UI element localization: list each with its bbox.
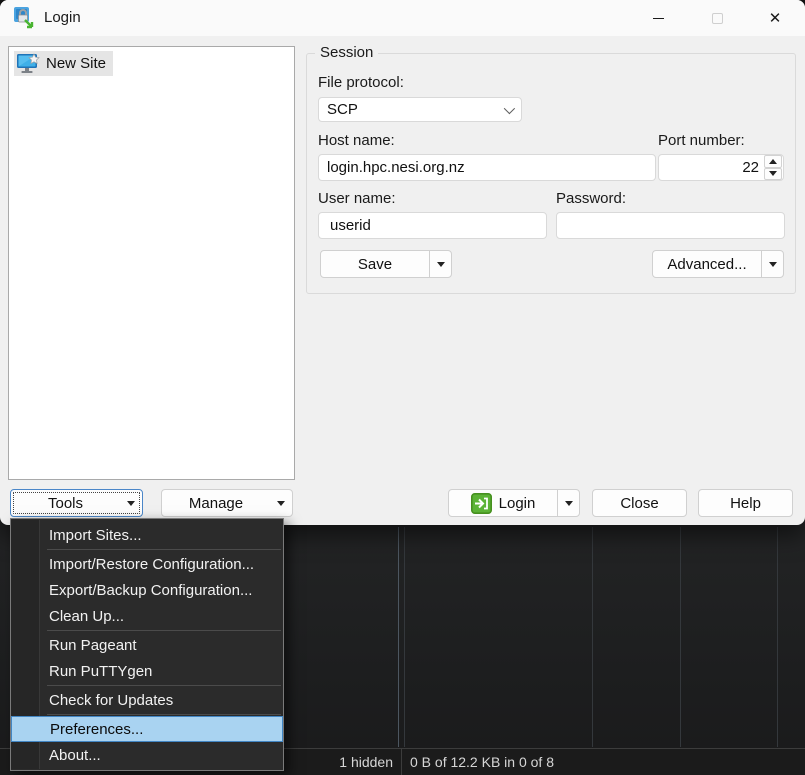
file-protocol-label: File protocol: xyxy=(318,74,404,91)
session-group: Session File protocol: SCP Host name: lo… xyxy=(306,44,796,294)
close-icon: ✕ xyxy=(769,11,782,26)
tools-button-label[interactable]: Tools xyxy=(11,490,120,516)
login-button-main[interactable]: Login xyxy=(449,490,557,516)
file-protocol-value: SCP xyxy=(327,101,358,118)
menu-separator xyxy=(47,549,281,550)
chevron-down-icon xyxy=(504,103,515,114)
window-title: Login xyxy=(44,9,81,26)
spin-down-button[interactable] xyxy=(764,168,782,181)
tools-button[interactable]: Tools xyxy=(10,489,143,517)
port-number-label: Port number: xyxy=(658,132,745,149)
tools-menu: Import Sites... Import/Restore Configura… xyxy=(10,518,284,771)
dropdown-arrow-icon xyxy=(565,501,573,506)
site-item-label: New Site xyxy=(46,55,106,72)
panel-splitter-line xyxy=(404,527,405,747)
menu-item-clean-up[interactable]: Clean Up... xyxy=(11,603,283,629)
save-dropdown-button[interactable] xyxy=(429,251,451,277)
close-dialog-label: Close xyxy=(620,495,658,512)
port-number-input[interactable]: 22 xyxy=(658,154,784,181)
advanced-button[interactable]: Advanced... xyxy=(652,250,784,278)
menu-item-preferences[interactable]: Preferences... xyxy=(11,716,283,742)
monitor-star-icon xyxy=(16,53,41,74)
winscp-app-icon xyxy=(12,6,36,30)
manage-button-label[interactable]: Manage xyxy=(162,490,270,516)
minimize-button[interactable] xyxy=(635,0,681,36)
dropdown-arrow-icon xyxy=(277,501,285,506)
user-name-value: userid xyxy=(330,217,371,234)
password-input[interactable] xyxy=(556,212,785,239)
column-divider[interactable] xyxy=(777,527,778,747)
menu-item-import-sites[interactable]: Import Sites... xyxy=(11,522,283,548)
manage-button[interactable]: Manage xyxy=(161,489,293,517)
login-button[interactable]: Login xyxy=(448,489,580,517)
user-name-input[interactable]: userid xyxy=(318,212,547,239)
dropdown-arrow-icon xyxy=(437,262,445,267)
site-item-new-site[interactable]: New Site xyxy=(14,51,113,76)
help-label: Help xyxy=(730,495,761,512)
login-dialog: Login ✕ New Site Session xyxy=(0,0,805,525)
maximize-button xyxy=(694,0,740,36)
save-button[interactable]: Save xyxy=(320,250,452,278)
advanced-dropdown-button[interactable] xyxy=(761,251,783,277)
login-button-label: Login xyxy=(499,495,536,512)
file-protocol-select[interactable]: SCP xyxy=(318,97,522,122)
menu-item-import-restore-configuration[interactable]: Import/Restore Configuration... xyxy=(11,551,283,577)
title-bar[interactable]: Login ✕ xyxy=(0,0,805,36)
maximize-icon xyxy=(712,13,723,24)
host-name-input[interactable]: login.hpc.nesi.org.nz xyxy=(318,154,656,181)
column-divider[interactable] xyxy=(680,527,681,747)
minimize-icon xyxy=(653,18,664,19)
port-number-value: 22 xyxy=(659,159,764,176)
save-button-label[interactable]: Save xyxy=(321,251,429,277)
green-arrow-door-icon xyxy=(471,493,492,514)
column-divider[interactable] xyxy=(592,527,593,747)
menu-separator xyxy=(47,714,281,715)
menu-separator xyxy=(47,685,281,686)
login-dropdown-button[interactable] xyxy=(557,490,579,516)
close-button[interactable]: ✕ xyxy=(752,0,798,36)
screen: 1 hidden 0 B of 12.2 KB in 0 of 8 Login … xyxy=(0,0,805,775)
menu-item-run-pageant[interactable]: Run Pageant xyxy=(11,632,283,658)
user-name-label: User name: xyxy=(318,190,396,207)
menu-item-export-backup-configuration[interactable]: Export/Backup Configuration... xyxy=(11,577,283,603)
host-name-label: Host name: xyxy=(318,132,395,149)
spin-down-icon xyxy=(769,171,777,176)
session-group-title: Session xyxy=(315,44,378,61)
menu-item-run-puttygen[interactable]: Run PuTTYgen xyxy=(11,658,283,684)
advanced-button-label[interactable]: Advanced... xyxy=(653,251,761,277)
dropdown-arrow-icon xyxy=(769,262,777,267)
dropdown-arrow-icon xyxy=(127,501,135,506)
help-button[interactable]: Help xyxy=(698,489,793,517)
close-dialog-button[interactable]: Close xyxy=(592,489,687,517)
menu-separator xyxy=(47,630,281,631)
host-name-value: login.hpc.nesi.org.nz xyxy=(327,159,465,176)
menu-item-check-for-updates[interactable]: Check for Updates xyxy=(11,687,283,713)
site-list[interactable]: New Site xyxy=(8,46,295,480)
spin-up-icon xyxy=(769,159,777,164)
panel-splitter[interactable] xyxy=(398,527,399,747)
status-bar-divider xyxy=(401,749,402,775)
tools-dropdown-button[interactable] xyxy=(120,490,142,516)
status-transfer-summary: 0 B of 12.2 KB in 0 of 8 xyxy=(410,754,554,770)
port-spinner xyxy=(764,155,782,180)
password-label: Password: xyxy=(556,190,626,207)
menu-item-about[interactable]: About... xyxy=(11,742,283,768)
spin-up-button[interactable] xyxy=(764,155,782,168)
manage-dropdown-button[interactable] xyxy=(270,490,292,516)
